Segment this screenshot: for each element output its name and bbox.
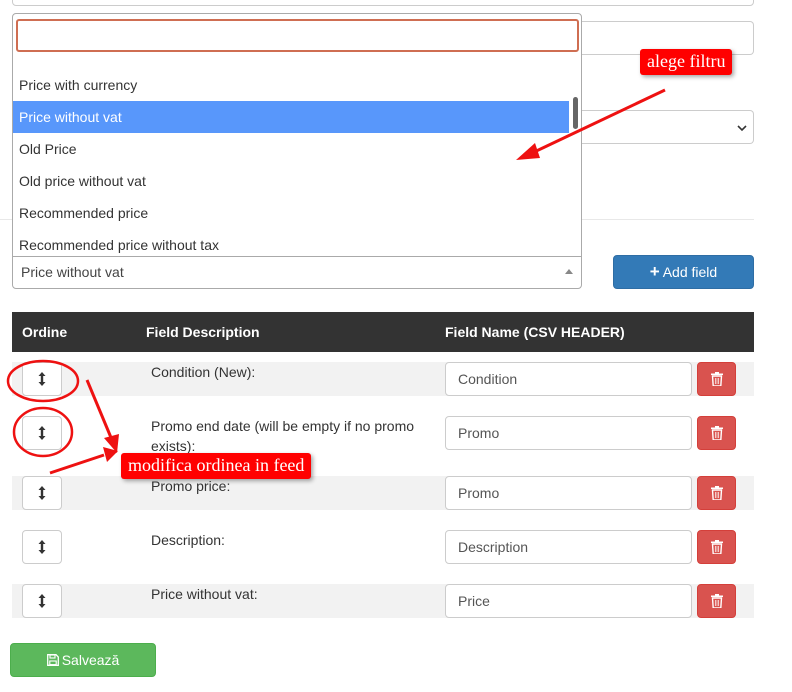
annotation-label-order: modifica ordinea in feed: [121, 453, 312, 479]
red-arrow-annotation: [49, 88, 666, 475]
annotation-overlay: [6, 88, 666, 475]
annotation-label-filter: alege filtru: [640, 49, 733, 75]
red-circle-annotation: [6, 359, 80, 458]
